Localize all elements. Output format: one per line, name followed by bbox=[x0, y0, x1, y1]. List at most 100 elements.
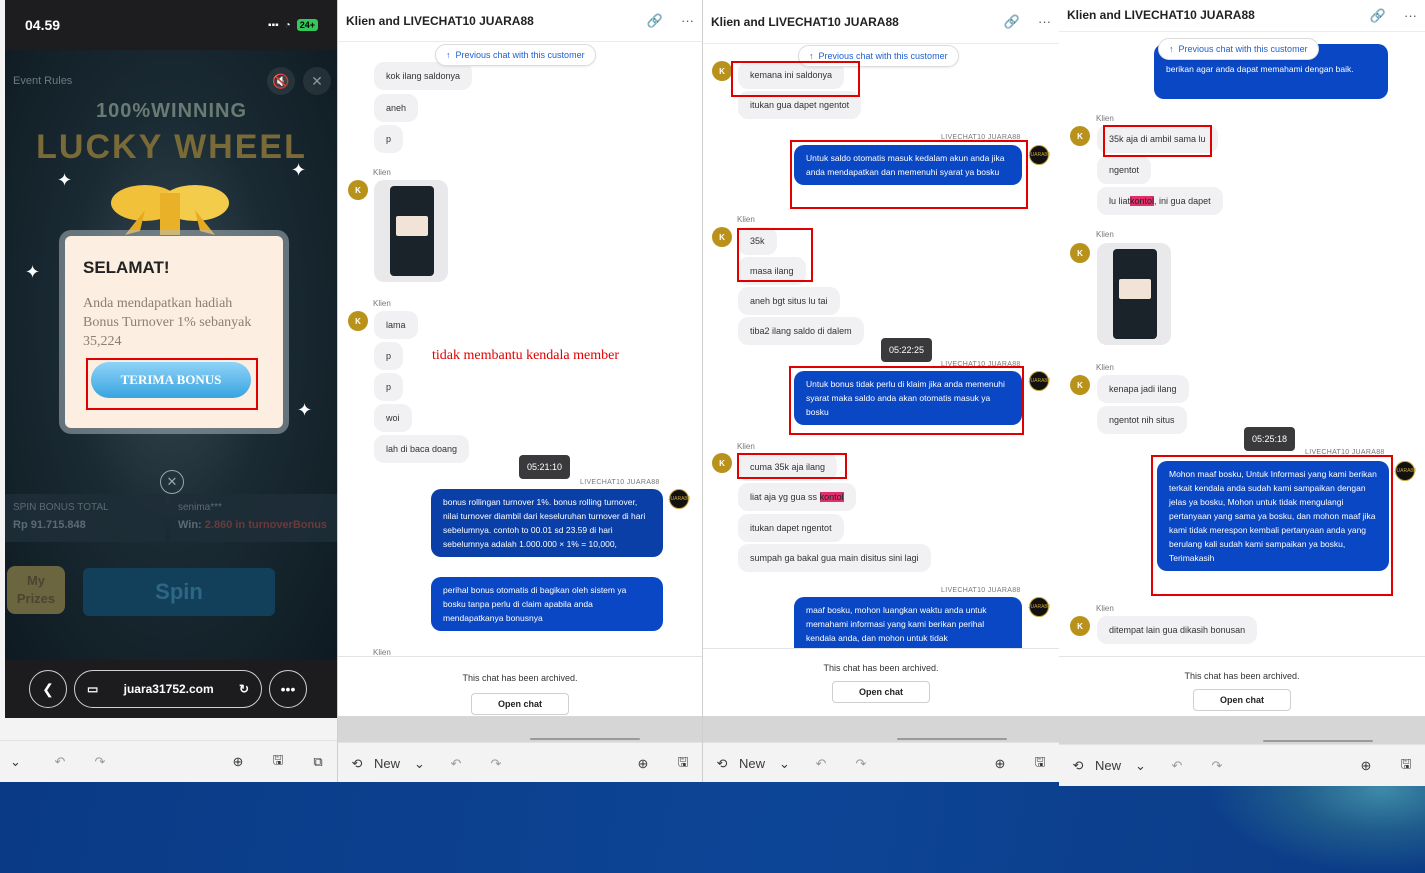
browser-bar: ❮ ▭ juara31752.com ↻ ••• bbox=[5, 660, 337, 718]
more-icon[interactable]: ··· bbox=[1038, 14, 1051, 30]
sender-label: Klien bbox=[1096, 230, 1114, 239]
stat-value: Rp 91.715.848 bbox=[13, 519, 86, 531]
save-icon[interactable]: 🖫 bbox=[1397, 756, 1415, 775]
scroll-area bbox=[703, 716, 1059, 742]
chat-header: Klien and LIVECHAT10 JUARA88 🔗 ··· bbox=[338, 0, 702, 42]
previous-chat-button[interactable]: ↑ Previous chat with this customer bbox=[435, 44, 596, 66]
timestamp-tooltip: 05:25:18 bbox=[1244, 427, 1296, 451]
previous-chat-button[interactable]: ↑ Previous chat with this customer bbox=[798, 45, 959, 67]
url-bar[interactable]: ▭ juara31752.com ↻ bbox=[74, 670, 262, 708]
agent-message: bonus rollingan turnover 1%. bonus rolli… bbox=[431, 489, 663, 557]
zoom-in-icon[interactable]: ⊕ bbox=[1357, 757, 1375, 775]
sender-label: Klien bbox=[1096, 363, 1114, 372]
spin-bonus-total: SPIN BONUS TOTAL Rp 91.715.848 bbox=[5, 494, 165, 542]
zoom-in-icon[interactable]: ⊕ bbox=[229, 753, 247, 771]
new-button[interactable]: ⟲ New bbox=[713, 755, 765, 773]
client-message: lah di baca doang bbox=[374, 435, 470, 463]
modal-title: SELAMAT! bbox=[83, 258, 170, 277]
event-rules-link[interactable]: Event Rules bbox=[13, 75, 72, 87]
agent-avatar: JUARA88 bbox=[1028, 597, 1050, 617]
lucky-wheel-heading: LUCKY WHEEL bbox=[36, 128, 307, 166]
scroll-handle[interactable] bbox=[897, 738, 1007, 740]
undo-icon[interactable]: ↶ bbox=[812, 755, 830, 773]
terima-bonus-button[interactable]: TERIMA BONUS bbox=[91, 362, 251, 398]
client-message: sumpah ga bakal gua main disitus sini la… bbox=[738, 544, 931, 572]
message-text: lu liat bbox=[1109, 196, 1131, 206]
agent-message: Untuk bonus tidak perlu di klaim jika an… bbox=[794, 371, 1022, 425]
battery-icon: 24+ bbox=[296, 19, 318, 31]
new-button[interactable]: ⟲ New bbox=[348, 755, 400, 773]
scroll-handle[interactable] bbox=[1263, 740, 1373, 742]
open-chat-button[interactable]: Open chat bbox=[1193, 689, 1291, 711]
chat-title: Klien and LIVECHAT10 JUARA88 bbox=[1067, 8, 1255, 22]
win-amount: 2.860 in turnoverBonus bbox=[204, 519, 328, 531]
undo-icon[interactable]: ↶ bbox=[447, 755, 465, 773]
more-icon[interactable]: ••• bbox=[269, 670, 307, 708]
my-prizes-button[interactable]: My Prizes bbox=[7, 566, 65, 614]
scroll-handle[interactable] bbox=[530, 738, 640, 740]
stat-label: senima*** bbox=[178, 502, 222, 513]
client-message: ngentot bbox=[1097, 156, 1152, 184]
sparkle-icon: ✦ bbox=[297, 400, 313, 420]
archived-notice: This chat has been archived. bbox=[823, 663, 939, 673]
sparkle-icon: ✦ bbox=[291, 160, 307, 180]
avatar: K bbox=[1070, 243, 1090, 263]
sender-label: Klien bbox=[1096, 604, 1114, 613]
redo-icon[interactable]: ↷ bbox=[852, 755, 870, 773]
agent-message: perihal bonus otomatis di bagikan oleh s… bbox=[431, 577, 663, 631]
agent-avatar: JUARA88 bbox=[1028, 371, 1050, 391]
new-icon: ⟲ bbox=[351, 755, 363, 771]
new-label: New bbox=[374, 756, 401, 771]
chevron-down-icon[interactable]: ⌄ bbox=[1135, 758, 1146, 774]
url-text: juara31752.com bbox=[123, 682, 214, 696]
link-icon[interactable]: 🔗 bbox=[1004, 14, 1020, 30]
reload-icon[interactable]: ↻ bbox=[239, 682, 249, 696]
sparkle-icon: ✦ bbox=[57, 170, 73, 190]
save-icon[interactable]: 🖫 bbox=[674, 754, 692, 773]
new-label: New bbox=[1095, 758, 1122, 773]
save-icon[interactable]: 🖫 bbox=[1031, 754, 1049, 773]
timestamp-tooltip: 05:21:10 bbox=[519, 455, 571, 479]
desktop-background bbox=[0, 780, 1425, 873]
photo-viewer-window-3: Klien and LIVECHAT10 JUARA88 🔗 ··· ↑ Prev… bbox=[703, 0, 1060, 782]
undo-icon[interactable]: ↶ bbox=[51, 753, 69, 771]
previous-chat-label: Previous chat with this customer bbox=[455, 50, 585, 60]
zoom-in-icon[interactable]: ⊕ bbox=[991, 755, 1009, 773]
chevron-down-icon[interactable]: ⌄ bbox=[779, 756, 790, 772]
redo-icon[interactable]: ↷ bbox=[1208, 757, 1226, 775]
copy-icon[interactable]: ⧉ bbox=[309, 753, 327, 771]
spin-button[interactable]: Spin bbox=[83, 568, 275, 616]
more-icon[interactable]: ··· bbox=[681, 13, 694, 29]
image-attachment[interactable] bbox=[374, 180, 448, 282]
redo-icon[interactable]: ↷ bbox=[91, 753, 109, 771]
close-icon[interactable]: ✕ bbox=[303, 67, 331, 95]
image-attachment[interactable] bbox=[1097, 243, 1171, 345]
chat-footer: This chat has been archived. Open chat bbox=[1059, 656, 1425, 716]
zoom-in-icon[interactable]: ⊕ bbox=[634, 755, 652, 773]
previous-chat-label: Previous chat with this customer bbox=[1178, 44, 1308, 54]
chevron-down-icon[interactable]: ⌄ bbox=[10, 754, 21, 770]
chevron-down-icon[interactable]: ⌄ bbox=[414, 756, 425, 772]
sender-label: Klien bbox=[737, 215, 755, 224]
agent-avatar: JUARA88 bbox=[1394, 461, 1416, 481]
back-icon[interactable]: ❮ bbox=[29, 670, 67, 708]
win-prefix: Win: bbox=[178, 519, 202, 531]
undo-icon[interactable]: ↶ bbox=[1168, 757, 1186, 775]
save-icon[interactable]: 🖫 bbox=[269, 752, 287, 771]
link-icon[interactable]: 🔗 bbox=[647, 13, 663, 29]
more-icon[interactable]: ··· bbox=[1404, 8, 1417, 24]
timestamp-tooltip: 05:22:25 bbox=[881, 338, 933, 362]
photo-viewer-window-2: Klien and LIVECHAT10 JUARA88 🔗 ··· ↑ Prev… bbox=[338, 0, 703, 782]
close-icon[interactable]: ✕ bbox=[160, 470, 184, 494]
avatar: K bbox=[1070, 616, 1090, 636]
new-label: New bbox=[739, 756, 766, 771]
open-chat-button[interactable]: Open chat bbox=[471, 693, 569, 715]
redo-icon[interactable]: ↷ bbox=[487, 755, 505, 773]
client-message: lama bbox=[374, 311, 418, 339]
mute-icon[interactable]: 🔇 bbox=[267, 67, 295, 95]
previous-chat-button[interactable]: ↑ Previous chat with this customer bbox=[1158, 38, 1319, 60]
open-chat-button[interactable]: Open chat bbox=[832, 681, 930, 703]
client-message: liat aja yg gua ss kontol bbox=[738, 483, 856, 511]
new-button[interactable]: ⟲ New bbox=[1069, 757, 1121, 775]
link-icon[interactable]: 🔗 bbox=[1370, 8, 1386, 24]
